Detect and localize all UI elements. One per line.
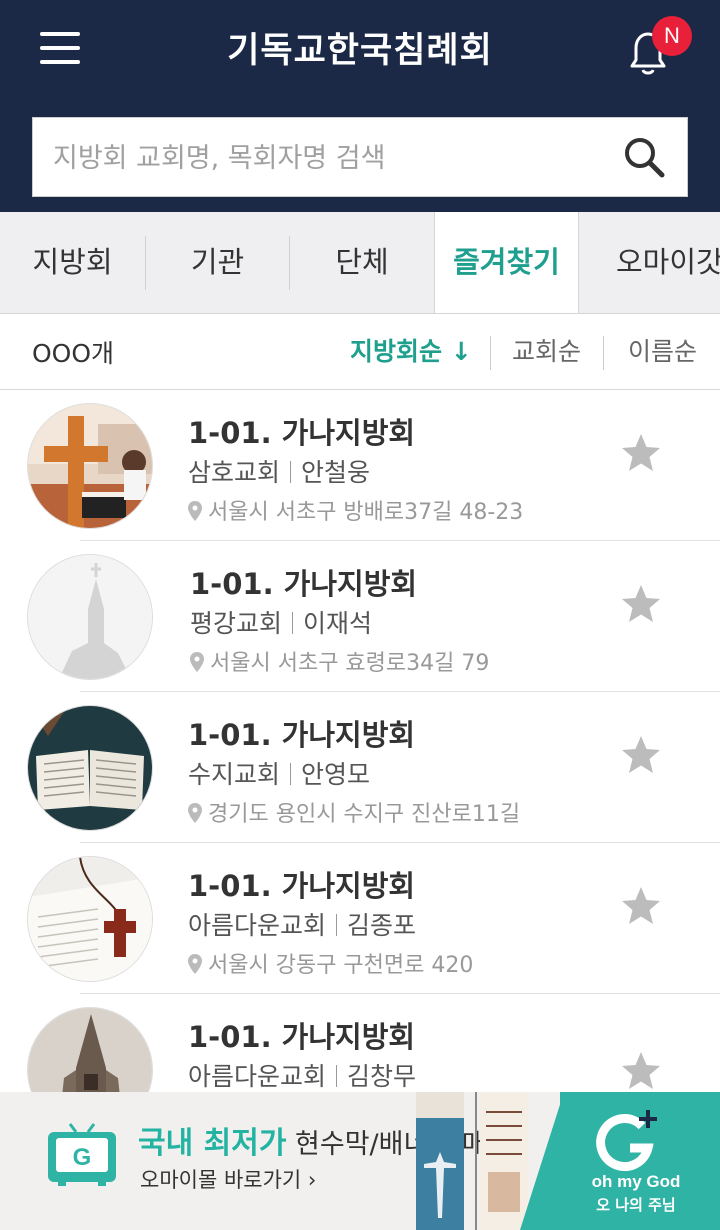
page-title: 기독교한국침례회 xyxy=(227,31,493,71)
church-address: 서울시 강동구 구천면로 420 xyxy=(188,947,473,979)
district-name: 1-01. 가나지방회 xyxy=(190,567,418,601)
district-name: 1-01. 가나지방회 xyxy=(188,718,416,752)
sort-by-name[interactable]: 이름순 xyxy=(628,332,697,368)
church-info: 아름다운교회 김창무 xyxy=(188,1057,416,1093)
church-address: 서울시 서초구 효령로34길 79 xyxy=(190,645,489,677)
church-thumbnail xyxy=(27,856,153,982)
list-item[interactable]: 1-01. 가나지방회 평강교회 이재석 서울시 서초구 효령로34길 79 xyxy=(0,541,720,692)
list-item[interactable]: 1-01. 가나지방회 수지교회 안영모 경기도 용인시 수지구 진산로11길 xyxy=(0,692,720,843)
address-text: 서울시 강동구 구천면로 420 xyxy=(208,953,474,978)
address-text: 서울시 서초구 효령로34길 79 xyxy=(210,651,490,676)
church-thumbnail xyxy=(27,705,153,831)
church-thumbnail xyxy=(27,403,153,529)
church-name: 아름다운교회 xyxy=(188,1062,327,1091)
address-text: 경기도 용인시 수지구 진산로11길 xyxy=(208,802,521,827)
list-item[interactable]: 1-01. 가나지방회 아름다운교회 김종포 서울시 강동구 구천면로 420 xyxy=(0,843,720,994)
district-name: 1-01. 가나지방회 xyxy=(188,1020,416,1054)
brand-name-en: oh my God xyxy=(591,1172,681,1191)
banner-link[interactable]: 오마이몰 바로가기 › xyxy=(140,1164,316,1194)
app-header: 기독교한국침례회 N xyxy=(0,0,720,212)
banner-accent-shape xyxy=(520,1092,564,1230)
sort-by-church[interactable]: 교회순 xyxy=(512,332,581,368)
district-name: 1-01. 가나지방회 xyxy=(188,416,416,450)
church-address: 서울시 서초구 방배로37길 48-23 xyxy=(188,494,523,526)
pastor-name: 김창무 xyxy=(347,1062,417,1091)
notification-badge: N xyxy=(652,16,692,56)
church-info: 아름다운교회 김종포 xyxy=(188,906,416,942)
sort-by-district[interactable]: 지방회순 ↓ xyxy=(350,332,472,368)
church-name: 수지교회 xyxy=(188,760,281,789)
favorite-star-icon[interactable] xyxy=(620,885,662,927)
brand-name-ko: 오 나의 주님 xyxy=(596,1196,676,1214)
church-name: 평강교회 xyxy=(190,609,283,638)
church-name: 아름다운교회 xyxy=(188,911,327,940)
church-info: 평강교회 이재석 xyxy=(190,604,372,640)
pastor-name: 이재석 xyxy=(303,609,373,638)
search-input[interactable] xyxy=(53,134,613,182)
pastor-name: 안철웅 xyxy=(301,458,371,487)
church-address: 경기도 용인시 수지구 진산로11길 xyxy=(188,796,520,828)
banner-poster-image xyxy=(416,1092,464,1230)
favorite-star-icon[interactable] xyxy=(620,734,662,776)
ad-banner[interactable]: G 국내 최저가 현수막/배너 판매 오마이몰 바로가기 › oh my God… xyxy=(0,1092,720,1230)
church-info: 수지교회 안영모 xyxy=(188,755,370,791)
pastor-name: 김종포 xyxy=(347,911,417,940)
address-text: 서울시 서초구 방배로37길 48-23 xyxy=(208,500,524,525)
location-pin-icon xyxy=(188,803,202,823)
sort-bar: OOO개 지방회순 ↓ 교회순 이름순 xyxy=(0,314,720,390)
tv-logo-icon: G xyxy=(48,1123,116,1186)
sort-divider xyxy=(490,336,491,370)
tab-district[interactable]: 지방회 xyxy=(0,212,145,313)
banner-highlight: 국내 최저가 xyxy=(138,1126,287,1161)
favorite-star-icon[interactable] xyxy=(620,583,662,625)
tab-favorites[interactable]: 즐겨찾기 xyxy=(434,212,579,313)
tab-group[interactable]: 단체 xyxy=(290,212,434,313)
search-icon[interactable] xyxy=(622,135,666,179)
church-name: 삼호교회 xyxy=(188,458,281,487)
church-info: 삼호교회 안철웅 xyxy=(188,453,370,489)
svg-text:G: G xyxy=(73,1144,92,1171)
tab-ohmygod[interactable]: 오마이갓 xyxy=(590,212,720,313)
church-thumbnail xyxy=(27,554,153,680)
location-pin-icon xyxy=(188,954,202,974)
result-count: OOO개 xyxy=(32,339,115,368)
g-plus-logo-icon xyxy=(596,1110,657,1172)
tab-institution[interactable]: 기관 xyxy=(146,212,289,313)
pastor-name: 안영모 xyxy=(301,760,371,789)
favorite-star-icon[interactable] xyxy=(620,1050,662,1092)
location-pin-icon xyxy=(190,652,204,672)
sort-divider xyxy=(603,336,604,370)
district-name: 1-01. 가나지방회 xyxy=(188,869,416,903)
list-item[interactable]: 1-01. 가나지방회 삼호교회 안철웅 서울시 서초구 방배로37길 48-23 xyxy=(0,390,720,541)
location-pin-icon xyxy=(188,501,202,521)
favorite-star-icon[interactable] xyxy=(620,432,662,474)
category-tabs: 지방회 기관 단체 즐겨찾기 오마이갓 xyxy=(0,212,720,314)
search-box xyxy=(32,117,688,197)
